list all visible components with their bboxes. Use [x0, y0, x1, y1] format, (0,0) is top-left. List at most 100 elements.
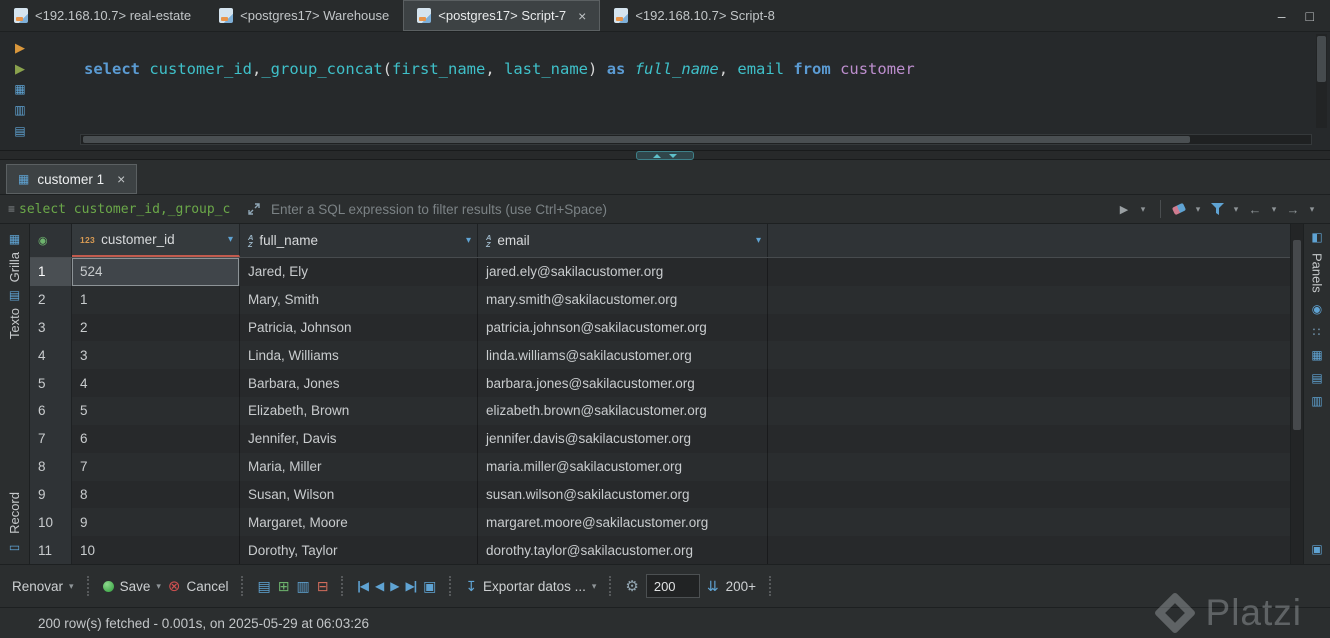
expand-icon[interactable] [245, 203, 263, 215]
cell-full-name[interactable]: Jennifer, Davis [240, 424, 478, 453]
cell-filler[interactable] [768, 369, 1290, 397]
cell-email[interactable]: jennifer.davis@sakilacustomer.org [478, 424, 768, 453]
calc-panel-icon[interactable]: ▥ [1311, 394, 1322, 408]
script-tool-icon[interactable]: ▦ [14, 82, 25, 97]
row-number[interactable]: 1 [30, 258, 72, 286]
fetch-size-input[interactable] [645, 574, 700, 598]
cell-full-name[interactable]: Maria, Miller [240, 452, 478, 481]
tab-warehouse[interactable]: <postgres17> Warehouse [205, 0, 403, 31]
splitter-handle-icon[interactable] [636, 151, 694, 160]
cell-filler[interactable] [768, 397, 1290, 425]
script-tool-icon[interactable]: ▥ [14, 103, 25, 118]
row-number[interactable]: 3 [30, 313, 72, 342]
cell-full-name[interactable]: Elizabeth, Brown [240, 397, 478, 425]
cell-customer-id[interactable]: 2 [72, 313, 240, 342]
next-page-icon[interactable]: ▶ [390, 579, 399, 593]
close-icon[interactable]: × [117, 172, 125, 186]
cell-customer-id[interactable]: 5 [72, 397, 240, 425]
maximize-panel-icon[interactable]: ▣ [1311, 542, 1322, 556]
cell-full-name[interactable]: Patricia, Johnson [240, 313, 478, 342]
row-number[interactable]: 8 [30, 452, 72, 481]
previous-page-icon[interactable]: ◀ [375, 579, 384, 593]
cell-customer-id[interactable]: 4 [72, 369, 240, 398]
column-dropdown-icon[interactable]: ▾ [466, 235, 471, 246]
panels-icon[interactable]: ◧ [1311, 230, 1322, 244]
duplicate-row-icon[interactable]: ▥ [296, 578, 309, 595]
row-number[interactable]: 6 [30, 397, 72, 425]
add-row-icon[interactable]: ⊞ [278, 578, 290, 595]
cell-customer-id[interactable]: 524 [72, 258, 240, 286]
filter-funnel-icon[interactable] [1209, 203, 1225, 215]
grid-panel-icon[interactable]: ▦ [1311, 348, 1322, 362]
chevron-down-icon[interactable]: ▾ [69, 581, 74, 592]
cell-email[interactable]: maria.miller@sakilacustomer.org [478, 452, 768, 481]
tab-script-8[interactable]: <192.168.10.7> Script-8 [600, 0, 789, 31]
cell-customer-id[interactable]: 1 [72, 285, 240, 314]
chevron-down-icon[interactable]: ▾ [156, 581, 161, 592]
cell-customer-id[interactable]: 3 [72, 341, 240, 370]
tab-script-7-active[interactable]: <postgres17> Script-7 × [403, 0, 601, 31]
cell-full-name[interactable]: Linda, Williams [240, 341, 478, 370]
scrollbar-thumb[interactable] [83, 136, 1190, 143]
grid-vertical-scrollbar[interactable] [1290, 224, 1303, 564]
text-view-icon[interactable]: ▤ [9, 288, 20, 302]
cell-filler[interactable] [768, 286, 1290, 314]
last-page-icon[interactable]: ▶| [405, 579, 417, 593]
first-page-icon[interactable]: |◀ [357, 579, 369, 593]
column-header-email[interactable]: AZ email ▾ [478, 224, 768, 257]
cell-email[interactable]: margaret.moore@sakilacustomer.org [478, 508, 768, 537]
tab-real-estate[interactable]: <192.168.10.7> real-estate [0, 0, 205, 31]
references-panel-icon[interactable]: ▤ [1311, 371, 1322, 385]
row-number[interactable]: 4 [30, 341, 72, 370]
apply-filter-icon[interactable]: ▶ [1116, 203, 1132, 216]
editor-results-splitter[interactable] [0, 150, 1330, 160]
column-dropdown-icon[interactable]: ▾ [756, 235, 761, 246]
chevron-down-icon[interactable]: ▾ [1266, 204, 1282, 215]
panels-label[interactable]: Panels [1310, 253, 1325, 293]
cell-email[interactable]: linda.williams@sakilacustomer.org [478, 341, 768, 370]
row-number[interactable]: 5 [30, 369, 72, 398]
scrollbar-thumb[interactable] [1317, 36, 1326, 82]
cell-full-name[interactable]: Susan, Wilson [240, 480, 478, 509]
row-number[interactable]: 10 [30, 508, 72, 537]
results-tab-customer[interactable]: ▦ customer 1 × [6, 164, 138, 194]
column-header-customer-id[interactable]: 123 customer_id ▾ [72, 224, 240, 257]
row-number[interactable]: 7 [30, 424, 72, 453]
row-number[interactable]: 9 [30, 480, 72, 509]
side-tab-grid[interactable]: Grilla [7, 252, 22, 282]
metadata-panel-icon[interactable]: ∷ [1313, 325, 1322, 339]
cell-customer-id[interactable]: 6 [72, 424, 240, 453]
cell-full-name[interactable]: Dorothy, Taylor [240, 536, 478, 564]
cell-full-name[interactable]: Mary, Smith [240, 285, 478, 314]
record-toggle[interactable]: Record ▭ [7, 492, 22, 554]
fetch-next-segment-icon[interactable]: ⇊ [707, 578, 719, 595]
chevron-down-icon[interactable]: ▾ [1135, 204, 1151, 215]
cell-full-name[interactable]: Margaret, Moore [240, 508, 478, 537]
fetch-page-icon[interactable]: ▣ [423, 578, 436, 595]
value-viewer-icon[interactable]: ◉ [1312, 302, 1322, 316]
script-tool-icon[interactable]: ▤ [14, 124, 25, 139]
chevron-down-icon[interactable]: ▾ [1304, 204, 1320, 215]
query-preview[interactable]: select customer_id,_group_c [19, 202, 245, 217]
cell-customer-id[interactable]: 9 [72, 508, 240, 537]
cell-filler[interactable] [768, 314, 1290, 342]
export-button[interactable]: ↧ Exportar datos ... ▾ [465, 578, 596, 595]
side-tab-text[interactable]: Texto [7, 308, 22, 339]
sql-code-line[interactable]: select customer_id,_group_concat(first_n… [84, 60, 915, 78]
cell-filler[interactable] [768, 481, 1290, 509]
row-number[interactable]: 11 [30, 536, 72, 564]
cell-email[interactable]: mary.smith@sakilacustomer.org [478, 285, 768, 314]
cell-filler[interactable] [768, 425, 1290, 453]
execute-script-icon[interactable]: ▶ [15, 61, 25, 76]
row-number[interactable]: 2 [30, 285, 72, 314]
cell-email[interactable]: barbara.jones@sakilacustomer.org [478, 369, 768, 398]
filter-input[interactable]: Enter a SQL expression to filter results… [263, 202, 1106, 217]
execute-statement-icon[interactable]: ▶ [15, 40, 25, 55]
cell-email[interactable]: susan.wilson@sakilacustomer.org [478, 480, 768, 509]
chevron-down-icon[interactable]: ▾ [1190, 204, 1206, 215]
grid-view-icon[interactable]: ▦ [9, 232, 20, 246]
cancel-button[interactable]: ⊗ Cancel [168, 577, 229, 595]
history-back-icon[interactable]: ← [1247, 202, 1263, 217]
cell-customer-id[interactable]: 10 [72, 536, 240, 564]
cell-filler[interactable] [768, 453, 1290, 481]
